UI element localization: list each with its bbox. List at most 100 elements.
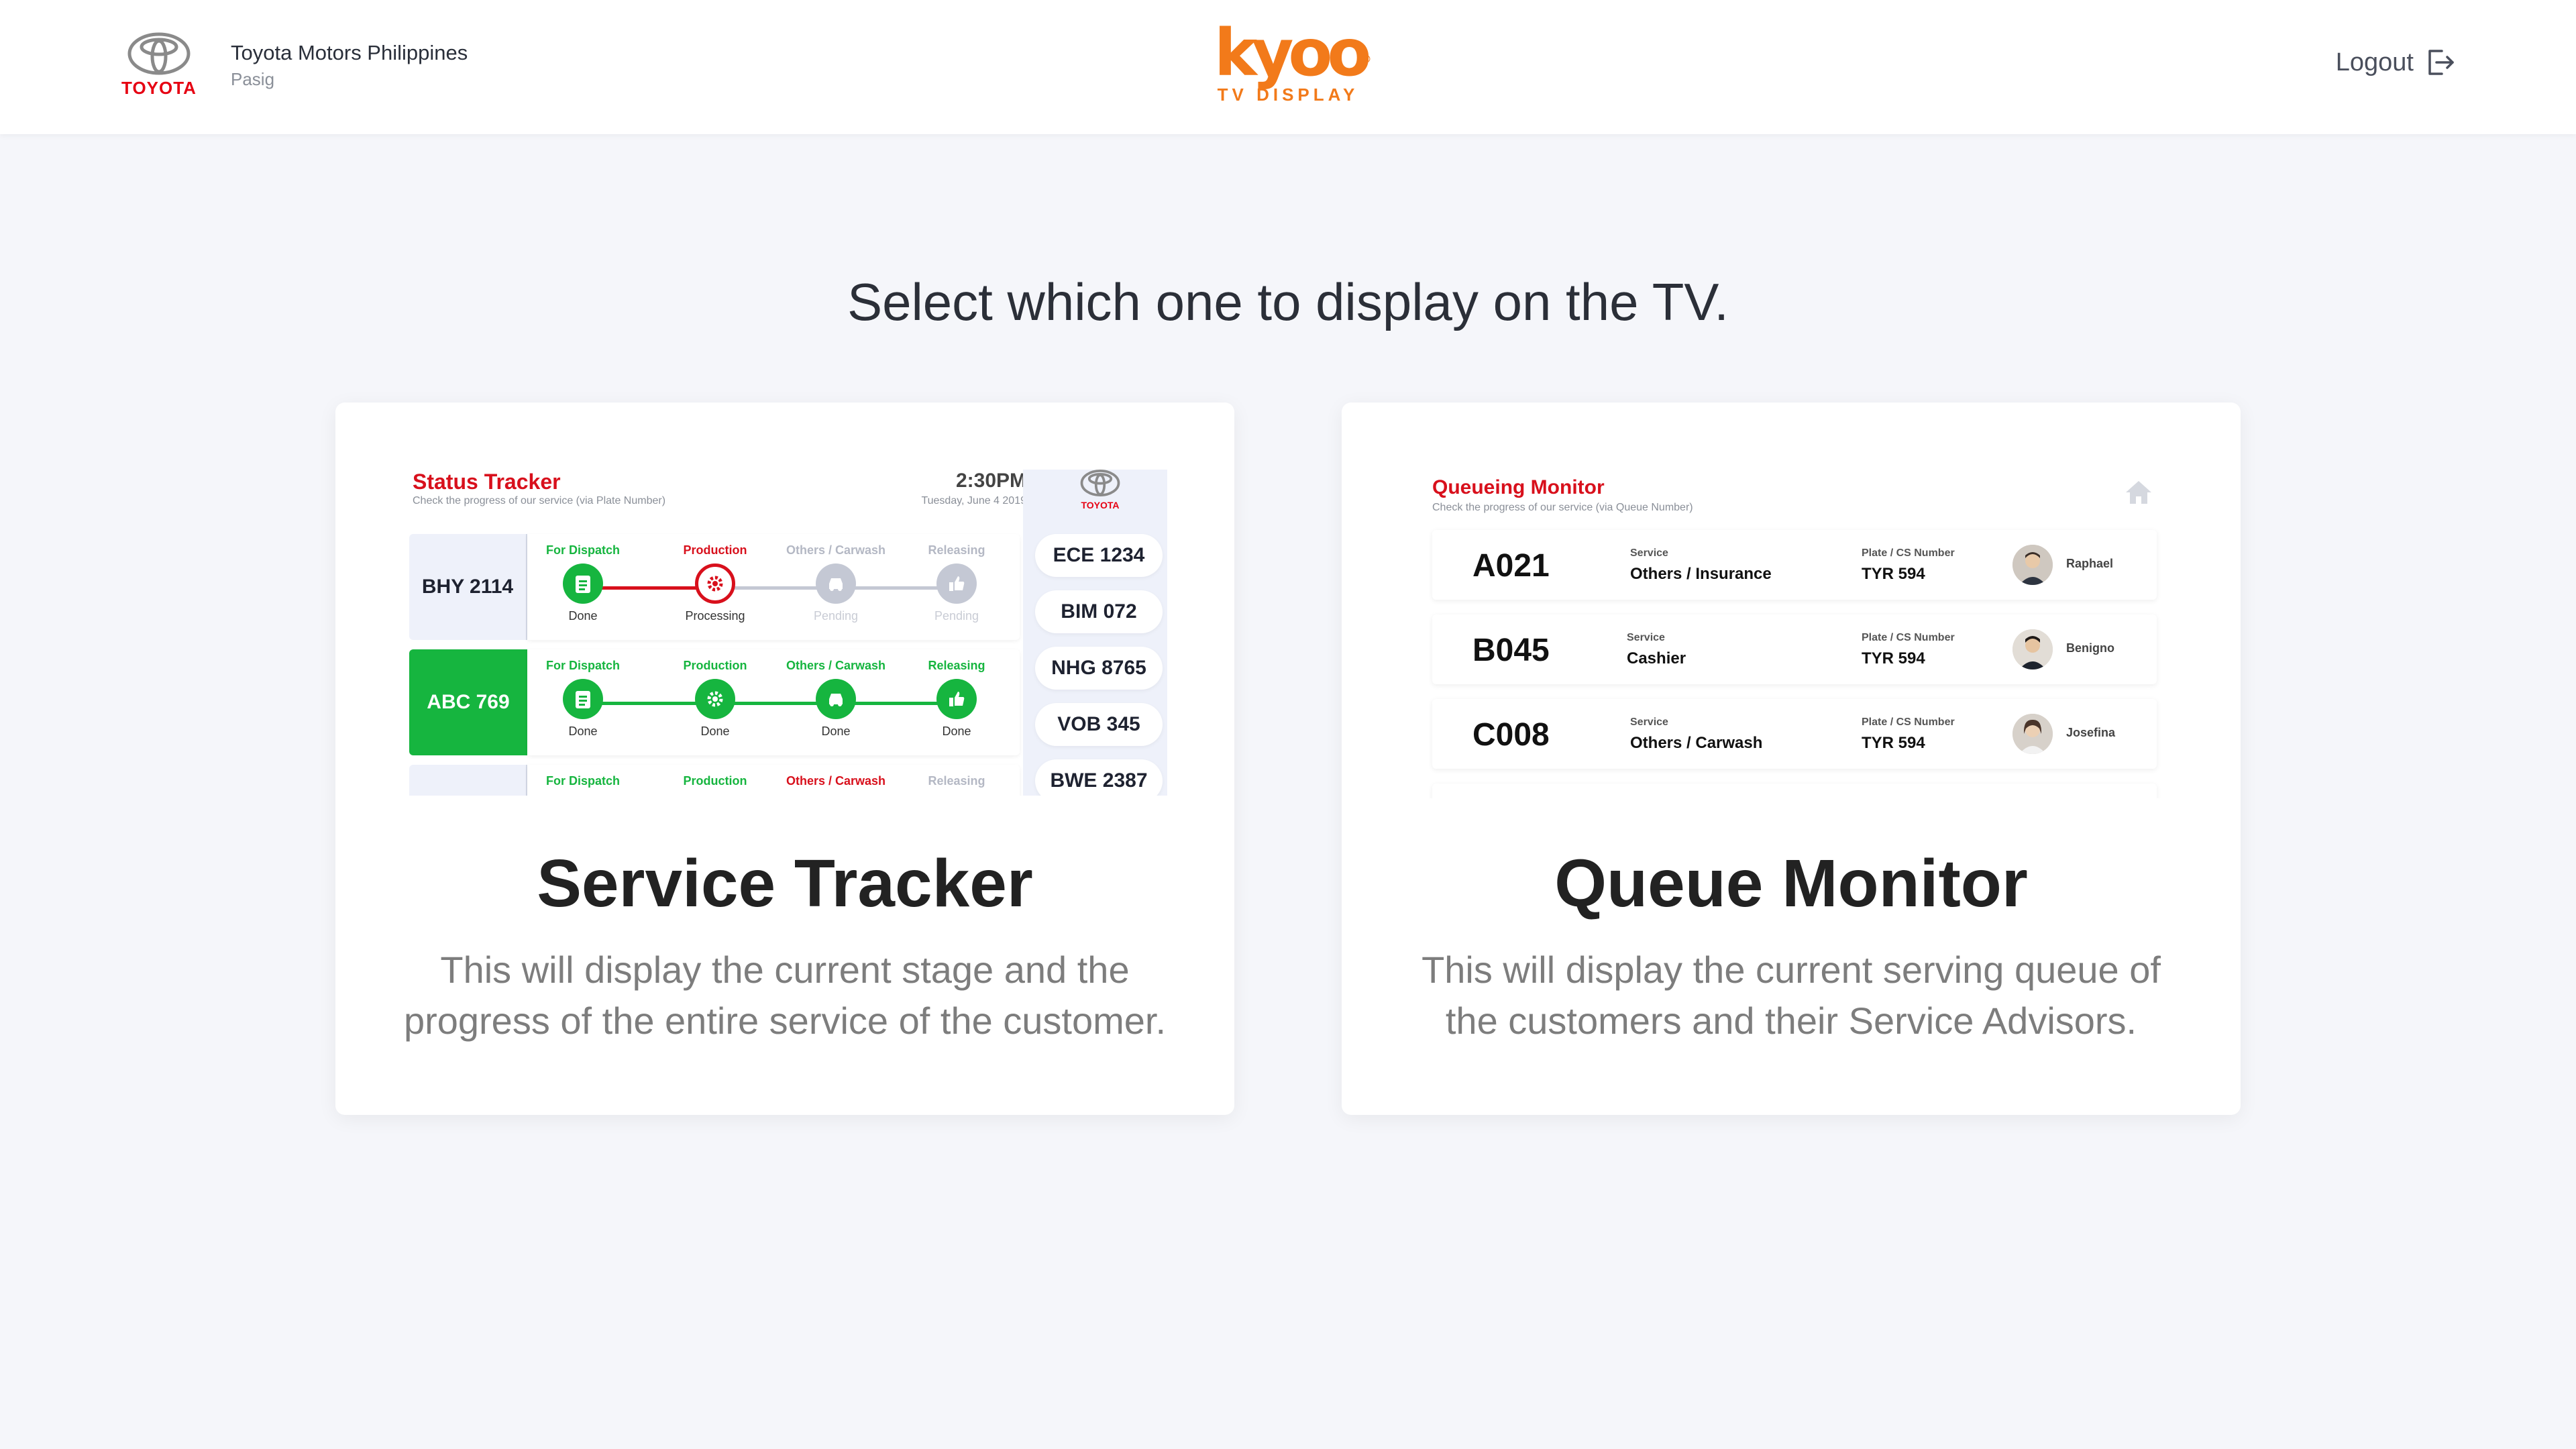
stage-others-carwash: Others / Carwash Done [769, 659, 903, 739]
tracker-row: BHY 2114 For Dispatch Done Production Pr… [409, 534, 1020, 640]
queueing-monitor-title: Queueing Monitor [1432, 476, 1605, 498]
stage-label: Production [683, 659, 747, 672]
card-title: Service Tracker [537, 846, 1033, 921]
queue-column: TOYOTA ECE 1234 BIM 072 NHG 8765 VOB 345… [1023, 470, 1167, 796]
status-tracker-panel: Status Tracker Check the progress of our… [409, 470, 1026, 796]
stage-status: Processing [685, 609, 745, 623]
stage-for-dispatch: For Dispatch Done [516, 543, 650, 623]
toyota-emblem-icon [127, 32, 191, 75]
stage-track: For Dispatch Done Production Done Others… [527, 649, 1020, 755]
stage-for-dispatch: For Dispatch [516, 774, 650, 790]
stage-others-carwash: Others / Carwash Pending [769, 543, 903, 623]
toyota-wordmark: TOYOTA [1081, 500, 1120, 511]
stage-production: Production Done [648, 659, 782, 739]
service-label: Service [1630, 547, 1668, 559]
advisor-name: Benigno [2066, 641, 2114, 655]
queue-monitor-preview: Queueing Monitor Check the progress of o… [1429, 476, 2167, 798]
plate-number: TYR 594 [1862, 734, 1925, 752]
stage-label: For Dispatch [545, 543, 620, 557]
plate-number: BHY 2114 [409, 534, 527, 640]
top-bar: TOYOTA Toyota Motors Philippines Pasig k… [0, 0, 2576, 134]
stage-production: Production [648, 774, 782, 790]
service-tracker-card[interactable]: Status Tracker Check the progress of our… [335, 402, 1234, 1115]
logout-icon [2428, 50, 2454, 75]
stage-status: Done [568, 724, 598, 738]
logout-label: Logout [2335, 48, 2414, 76]
queue-monitor-card[interactable]: Queueing Monitor Check the progress of o… [1342, 402, 2241, 1115]
stage-status: Done [700, 724, 730, 738]
service-label: Service [1630, 716, 1668, 728]
stage-production: Production Processing [648, 543, 782, 623]
stage-releasing: Releasing Done [890, 659, 1024, 739]
queue-row: B045 Service Cashier Plate / CS Number T… [1432, 614, 2157, 684]
toyota-logo: TOYOTA [1077, 470, 1124, 511]
stage-label: Others / Carwash [786, 774, 886, 788]
queue-number: B045 [1472, 633, 1550, 668]
queue-plate: BWE 2387 [1035, 759, 1163, 796]
queue-row: A021 Service Others / Insurance Plate / … [1432, 530, 2157, 600]
stage-track: For Dispatch Done Production Processing … [527, 534, 1020, 640]
stage-status: Pending [934, 609, 979, 623]
service-name: Cashier [1627, 649, 1686, 667]
status-tracker-subtitle: Check the progress of our service (via P… [413, 495, 666, 506]
stage-label: Releasing [928, 543, 985, 557]
avatar-icon [2012, 629, 2053, 669]
card-description: This will display the current serving qu… [1421, 949, 2161, 1042]
branch-name: Pasig [231, 69, 275, 89]
queue-number: A021 [1472, 548, 1550, 584]
plate-number: TYR 594 [1862, 649, 1925, 667]
stage-label: Releasing [928, 659, 985, 672]
stage-label: For Dispatch [545, 774, 620, 788]
car-icon [816, 679, 856, 719]
advisor-name: Raphael [2066, 557, 2114, 570]
queue-plate: VOB 345 [1035, 703, 1163, 746]
stage-label: Others / Carwash [786, 543, 886, 557]
thumbs-up-icon [936, 679, 977, 719]
kyoo-wordmark: kyoo [1214, 15, 1371, 91]
queue-number: C008 [1472, 717, 1550, 753]
plate-number [409, 765, 527, 796]
company-name: Toyota Motors Philippines [231, 41, 468, 64]
toyota-emblem-icon [1080, 470, 1120, 496]
car-icon [816, 564, 856, 604]
plate-number: TYR 594 [1862, 565, 1925, 583]
queue-plate: NHG 8765 [1035, 647, 1163, 690]
service-name: Others / Carwash [1630, 734, 1763, 752]
stage-for-dispatch: For Dispatch Done [516, 659, 650, 739]
kyoo-logo: kyoo ® TV DISPLAY [1214, 21, 1371, 105]
status-tracker-date: Tuesday, June 4 2019 [921, 495, 1026, 506]
home-icon [2126, 481, 2151, 504]
tracker-row: ABC 769 For Dispatch Done Production Don… [409, 649, 1020, 755]
dealer-brand: TOYOTA Toyota Motors Philippines Pasig [118, 32, 468, 99]
plate-number: ABC 769 [409, 649, 527, 755]
plate-label: Plate / CS Number [1862, 632, 1955, 643]
queue-row: C008 Service Others / Carwash Plate / CS… [1432, 699, 2157, 769]
advisor-name: Josefina [2066, 726, 2116, 739]
queue-plate: BIM 072 [1035, 590, 1163, 633]
card-title: Queue Monitor [1554, 846, 2028, 921]
service-name: Others / Insurance [1630, 565, 1772, 583]
stage-label: Releasing [928, 774, 985, 788]
clipboard-icon [563, 564, 603, 604]
stage-label: For Dispatch [545, 659, 620, 672]
gear-icon [695, 564, 735, 604]
queue-row [1432, 784, 2157, 798]
stage-status: Done [821, 724, 851, 738]
stage-status: Done [942, 724, 971, 738]
avatar-icon [2012, 714, 2053, 754]
stage-label: Others / Carwash [786, 659, 886, 672]
card-description: This will display the current stage and … [403, 949, 1167, 1042]
status-tracker-time: 2:30PM [955, 470, 1026, 492]
stage-status: Pending [813, 609, 859, 623]
stage-others-carwash: Others / Carwash [769, 774, 903, 790]
logout-button[interactable]: Logout [2336, 47, 2455, 78]
stage-releasing: Releasing [890, 774, 1024, 790]
stage-label: Production [683, 774, 747, 788]
service-tracker-preview: Status Tracker Check the progress of our… [409, 470, 1167, 796]
thumbs-up-icon [936, 564, 977, 604]
dealer-info: Toyota Motors Philippines Pasig [231, 41, 468, 90]
toyota-wordmark: TOYOTA [121, 78, 197, 98]
stage-label: Production [683, 543, 747, 557]
queueing-monitor-subtitle: Check the progress of our service (via Q… [1432, 502, 1693, 513]
plate-label: Plate / CS Number [1862, 716, 1955, 728]
